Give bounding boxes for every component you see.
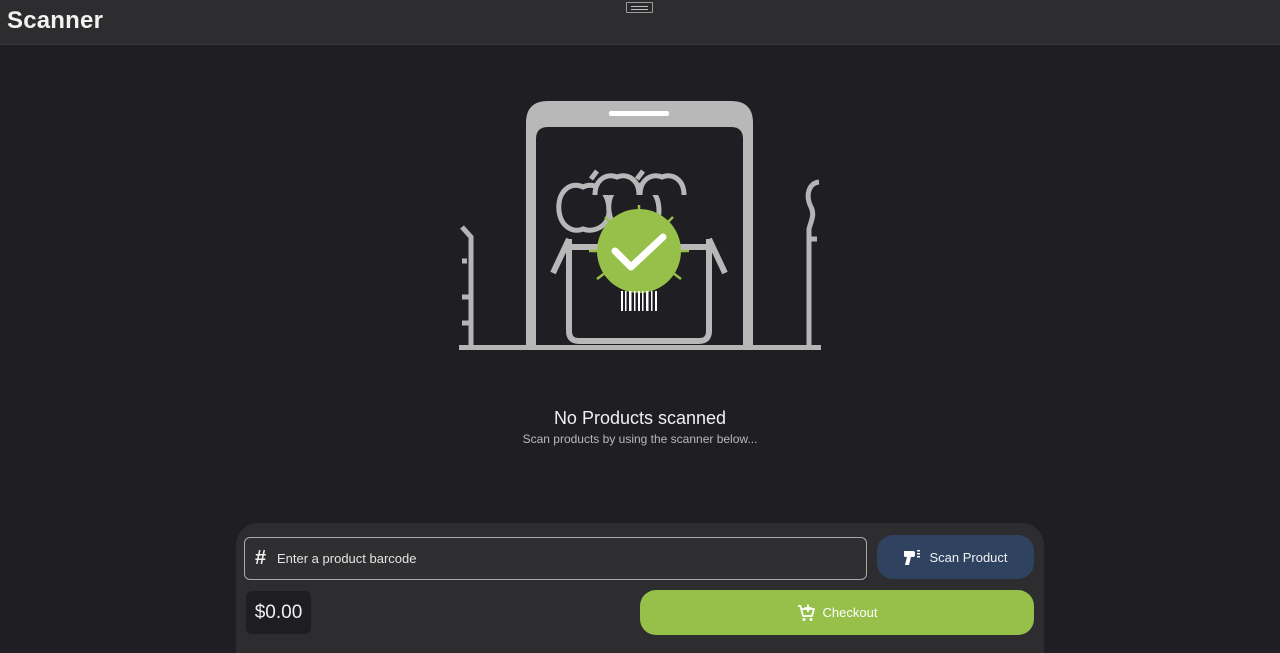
barcode-scanner-icon xyxy=(904,550,921,565)
app-title: Scanner xyxy=(7,7,104,34)
scan-product-label: Scan Product xyxy=(929,549,1008,565)
checkout-label: Checkout xyxy=(822,605,878,620)
total-amount: $0.00 xyxy=(246,591,311,634)
barcode-input[interactable] xyxy=(277,538,866,579)
shelf-item-right-icon xyxy=(805,179,820,347)
barcode-field[interactable]: # xyxy=(244,537,867,580)
checkout-button[interactable]: Checkout xyxy=(640,590,1034,635)
drag-handle-icon[interactable] xyxy=(626,2,653,13)
hash-icon: # xyxy=(255,547,267,569)
empty-state-subtitle: Scan products by using the scanner below… xyxy=(522,432,758,446)
scan-product-button[interactable]: Scan Product xyxy=(877,535,1034,579)
barcode-icon xyxy=(621,291,657,311)
phone-scan-success-illustration xyxy=(459,101,821,350)
shelf-item-left-icon xyxy=(460,225,474,347)
title-bar: Scanner xyxy=(0,0,1280,45)
shelf-line xyxy=(459,345,821,350)
add-to-cart-icon xyxy=(797,604,815,621)
empty-state-title: No Products scanned xyxy=(553,408,727,428)
